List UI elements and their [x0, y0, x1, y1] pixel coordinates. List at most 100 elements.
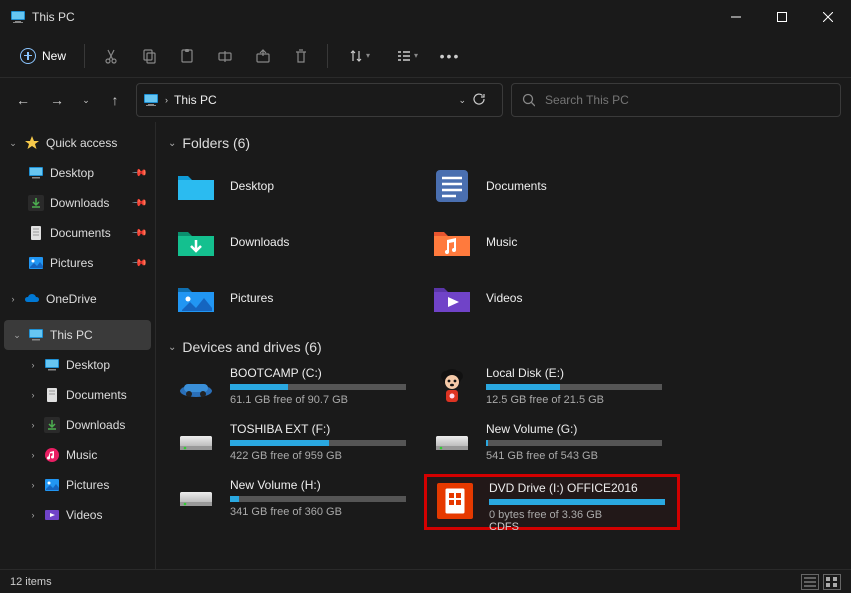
folder-downloads[interactable]: Downloads — [168, 214, 424, 270]
share-button[interactable] — [245, 38, 281, 74]
cut-button[interactable] — [93, 38, 129, 74]
onedrive-icon — [24, 291, 40, 307]
drive-usage-bar — [486, 384, 662, 390]
separator — [327, 44, 328, 68]
folder-pictures[interactable]: Pictures — [168, 270, 424, 326]
new-button[interactable]: New — [10, 44, 76, 68]
drive-icon — [176, 366, 216, 406]
chevron-right-icon[interactable]: › — [28, 510, 38, 520]
sidebar-item-pc-videos[interactable]: › Videos — [0, 500, 155, 530]
folder-label: Pictures — [230, 291, 273, 305]
drive-usage-bar — [489, 499, 665, 505]
drive-free-text: 341 GB free of 360 GB — [230, 506, 416, 518]
pin-icon: 📌 — [130, 195, 147, 212]
sidebar-item-label: Pictures — [66, 478, 109, 492]
section-title: Folders (6) — [182, 135, 250, 151]
sidebar-item-quick-access[interactable]: ⌄ Quick access — [0, 128, 155, 158]
toolbar: New ▾ ▾ ••• — [0, 34, 851, 78]
folder-label: Desktop — [230, 179, 274, 193]
paste-icon — [179, 48, 195, 64]
up-button[interactable]: ↑ — [102, 87, 128, 113]
sidebar-item-desktop[interactable]: Desktop 📌 — [0, 158, 155, 188]
more-icon: ••• — [440, 48, 461, 64]
drive-icon — [176, 478, 216, 518]
videos-folder-icon — [432, 278, 472, 318]
sidebar-item-label: Videos — [66, 508, 102, 522]
delete-button[interactable] — [283, 38, 319, 74]
sidebar-item-onedrive[interactable]: › OneDrive — [0, 284, 155, 314]
chevron-right-icon[interactable]: › — [28, 480, 38, 490]
drive-item[interactable]: Local Disk (E:)12.5 GB free of 21.5 GB — [424, 362, 680, 418]
refresh-button[interactable] — [472, 92, 496, 109]
chevron-right-icon[interactable]: › — [28, 450, 38, 460]
drive-name: New Volume (H:) — [230, 478, 416, 492]
view-details-button[interactable] — [801, 574, 819, 590]
drive-item[interactable]: New Volume (H:) 341 GB free of 360 GB — [168, 474, 424, 530]
search-box[interactable] — [511, 83, 841, 117]
sidebar-item-label: Downloads — [50, 196, 109, 210]
chevron-right-icon[interactable]: › — [28, 360, 38, 370]
sidebar-item-pc-pictures[interactable]: › Pictures — [0, 470, 155, 500]
search-input[interactable] — [545, 93, 830, 107]
view-button[interactable]: ▾ — [384, 38, 430, 74]
sidebar-item-this-pc[interactable]: ⌄ This PC — [4, 320, 151, 350]
drive-item[interactable]: BOOTCAMP (C:)61.1 GB free of 90.7 GB — [168, 362, 424, 418]
content-area: ⌄ Folders (6) Desktop Documents Download… — [156, 122, 851, 569]
search-icon — [522, 93, 535, 107]
address-bar[interactable]: › This PC ⌄ — [136, 83, 503, 117]
section-drives[interactable]: ⌄ Devices and drives (6) — [168, 332, 839, 362]
sidebar-item-label: Documents — [50, 226, 111, 240]
chevron-down-icon[interactable]: ⌄ — [458, 95, 466, 106]
rename-button[interactable] — [207, 38, 243, 74]
drive-icon — [432, 422, 472, 462]
sidebar-item-label: OneDrive — [46, 292, 97, 306]
paste-button[interactable] — [169, 38, 205, 74]
star-icon — [24, 135, 40, 151]
sort-button[interactable]: ▾ — [336, 38, 382, 74]
copy-button[interactable] — [131, 38, 167, 74]
drive-item[interactable]: DVD Drive (I:) OFFICE20160 bytes free of… — [424, 474, 680, 530]
back-button[interactable]: ← — [10, 87, 36, 113]
delete-icon — [293, 48, 309, 64]
chevron-right-icon[interactable]: › — [28, 420, 38, 430]
folder-documents[interactable]: Documents — [424, 158, 680, 214]
pictures-folder-icon — [176, 278, 216, 318]
sidebar-item-documents[interactable]: Documents 📌 — [0, 218, 155, 248]
chevron-down-icon[interactable]: ⌄ — [8, 138, 18, 149]
drive-item[interactable]: New Volume (G:)541 GB free of 543 GB — [424, 418, 680, 474]
forward-button[interactable]: → — [44, 87, 70, 113]
chevron-right-icon[interactable]: › — [8, 294, 18, 304]
picture-icon — [28, 255, 44, 271]
cut-icon — [103, 48, 119, 64]
folder-videos[interactable]: Videos — [424, 270, 680, 326]
sidebar-item-downloads[interactable]: Downloads 📌 — [0, 188, 155, 218]
minimize-button[interactable] — [713, 0, 759, 34]
sidebar-item-pc-music[interactable]: › Music — [0, 440, 155, 470]
sidebar-item-label: Music — [66, 448, 97, 462]
breadcrumb[interactable]: This PC — [174, 93, 452, 107]
maximize-button[interactable] — [759, 0, 805, 34]
separator — [84, 44, 85, 68]
drive-free-text: 422 GB free of 959 GB — [230, 450, 416, 462]
sidebar-item-pc-desktop[interactable]: › Desktop — [0, 350, 155, 380]
sidebar-item-label: Desktop — [66, 358, 110, 372]
chevron-right-icon[interactable]: › — [28, 390, 38, 400]
drive-item[interactable]: TOSHIBA EXT (F:)422 GB free of 959 GB — [168, 418, 424, 474]
folder-label: Music — [486, 235, 517, 249]
documents-folder-icon — [432, 166, 472, 206]
view-icons-button[interactable] — [823, 574, 841, 590]
this-pc-icon — [28, 327, 44, 343]
sidebar-item-pc-documents[interactable]: › Documents — [0, 380, 155, 410]
pin-icon: 📌 — [130, 225, 147, 242]
sidebar-item-pc-downloads[interactable]: › Downloads — [0, 410, 155, 440]
sidebar-item-pictures[interactable]: Pictures 📌 — [0, 248, 155, 278]
recent-button[interactable]: ⌄ — [78, 87, 94, 113]
folder-music[interactable]: Music — [424, 214, 680, 270]
section-folders[interactable]: ⌄ Folders (6) — [168, 128, 839, 158]
chevron-down-icon[interactable]: ⌄ — [12, 330, 22, 341]
close-button[interactable] — [805, 0, 851, 34]
folder-desktop[interactable]: Desktop — [168, 158, 424, 214]
download-icon — [28, 195, 44, 211]
document-icon — [28, 225, 44, 241]
more-button[interactable]: ••• — [432, 38, 468, 74]
